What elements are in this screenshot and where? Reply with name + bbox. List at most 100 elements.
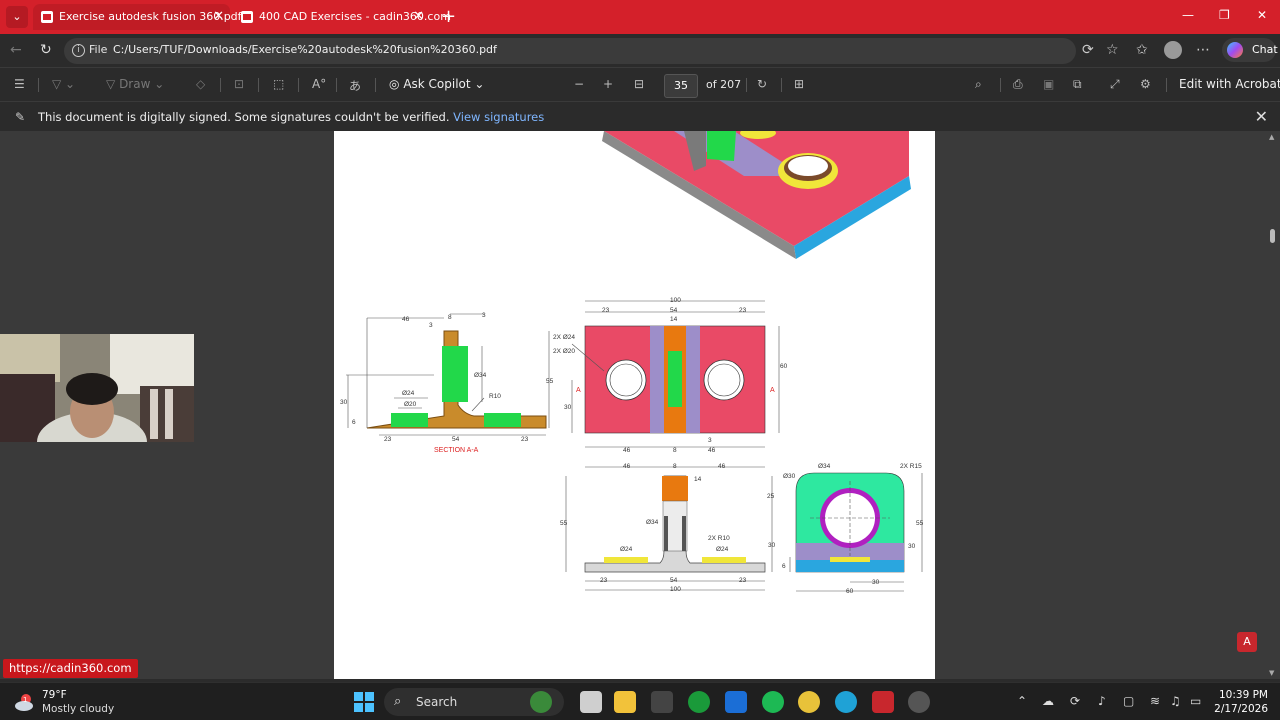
edit-with-acrobat-button[interactable]: Edit with Acrobat xyxy=(1179,77,1280,91)
dim-8: 8 xyxy=(448,314,452,321)
sync-icon[interactable]: ⟳ xyxy=(1070,694,1080,708)
zoom-in-plus-icon[interactable]: + xyxy=(603,77,613,91)
restore-icon[interactable]: ❐ xyxy=(1219,8,1230,22)
tab-cadin360[interactable]: 400 CAD Exercises - cadin360.com ✕ xyxy=(233,4,451,30)
windows-icon[interactable] xyxy=(353,691,375,713)
more-icon[interactable]: ⋯ xyxy=(1196,42,1210,58)
save-as-icon[interactable]: ⧉ xyxy=(1073,77,1082,92)
section-marker-left: A xyxy=(576,387,581,394)
print-icon[interactable]: ⎙ xyxy=(1013,77,1023,92)
translate-icon[interactable]: あ xyxy=(349,77,361,94)
dim-30: 30 xyxy=(340,399,348,406)
copilot-label: Ask Copilot xyxy=(403,77,471,91)
close-icon[interactable]: ✕ xyxy=(213,4,224,30)
highlight-icon[interactable]: ▽ ⌄ xyxy=(52,77,75,91)
collections-icon[interactable]: ✩ xyxy=(1136,42,1148,58)
dim-30e: 30 xyxy=(872,579,880,586)
file-explorer-icon[interactable] xyxy=(614,691,636,713)
settings-app-icon[interactable] xyxy=(651,691,673,713)
microphone-icon[interactable]: ♪ xyxy=(1098,694,1106,708)
pen-icon: ✎ xyxy=(15,110,26,124)
text-icon[interactable]: ⊡ xyxy=(234,77,244,91)
clock[interactable]: 10:39 PM 2/17/2026 xyxy=(1212,688,1268,716)
chevron-up-icon[interactable]: ⌃ xyxy=(1017,694,1027,708)
dim-30d: 30 xyxy=(908,543,916,550)
new-tab-plus-icon[interactable]: + xyxy=(441,6,456,28)
scroll-thumb[interactable] xyxy=(1270,229,1275,243)
search-highlight-icon[interactable] xyxy=(530,691,552,713)
vertical-scrollbar[interactable]: ▲ ▼ xyxy=(1266,131,1280,679)
search-icon[interactable]: ⌕ xyxy=(975,77,982,92)
signature-message: This document is digitally signed. Some … xyxy=(38,110,544,124)
profile-avatar[interactable] xyxy=(1164,41,1182,59)
spotify-icon[interactable] xyxy=(762,691,784,713)
close-icon[interactable]: ✕ xyxy=(1255,107,1268,126)
task-view-icon[interactable] xyxy=(580,691,602,713)
tab-actions-chevron-down-icon[interactable]: ⌄ xyxy=(6,6,28,28)
dim-phi24c: Ø24 xyxy=(716,546,729,553)
volume-icon[interactable]: ♫ xyxy=(1170,694,1181,708)
webcam-image xyxy=(0,334,194,442)
back-icon[interactable]: ← xyxy=(10,42,22,58)
copilot-chat-button[interactable]: Chat xyxy=(1222,38,1278,62)
dim-2x-r15: 2X R15 xyxy=(900,463,922,470)
view-signatures-link[interactable]: View signatures xyxy=(453,110,544,124)
page-view-icon[interactable]: ⊞ xyxy=(794,77,804,91)
settings-icon[interactable]: ⚙ xyxy=(1140,77,1151,91)
top-view: 100 23 54 23 14 2X Ø24 2X Ø20 60 30 46 8… xyxy=(553,297,788,454)
contents-icon[interactable]: ☰ xyxy=(14,77,25,91)
minimize-icon[interactable]: — xyxy=(1182,8,1194,22)
site-icon xyxy=(241,11,253,23)
dim-55c: 55 xyxy=(916,520,924,527)
page-number-input[interactable]: 35 xyxy=(664,74,698,98)
chrome-icon[interactable] xyxy=(798,691,820,713)
fit-icon[interactable]: ⊟ xyxy=(634,77,644,91)
zoom-out-minus-icon[interactable]: − xyxy=(574,77,584,91)
close-icon[interactable]: ✕ xyxy=(413,4,424,30)
dim-14b: 14 xyxy=(694,476,702,483)
scroll-down-icon[interactable]: ▼ xyxy=(1269,669,1274,677)
refresh-icon[interactable]: ↻ xyxy=(40,42,52,58)
section-a-a-view: 46 8 3 3 55 30 Ø24 Ø20 Ø34 R10 6 23 54 2… xyxy=(340,312,554,454)
wifi-icon[interactable]: ≋ xyxy=(1150,694,1160,708)
erase-icon[interactable]: ◇ xyxy=(196,77,205,91)
scroll-up-icon[interactable]: ▲ xyxy=(1269,133,1274,141)
solidworks-icon[interactable] xyxy=(872,691,894,713)
dim-r10: R10 xyxy=(489,393,501,400)
dim-3b: 3 xyxy=(482,312,486,319)
battery-icon[interactable]: ▭ xyxy=(1190,694,1201,708)
draw-label: Draw xyxy=(119,77,151,91)
save-icon[interactable]: ▣ xyxy=(1043,77,1054,91)
adobe-icon[interactable]: A xyxy=(1237,632,1257,652)
tab-pdf[interactable]: Exercise autodesk fusion 360.pdf ✕ xyxy=(33,4,242,30)
favorite-icon[interactable]: ☆ xyxy=(1106,42,1119,58)
rotate-icon[interactable]: ↻ xyxy=(757,77,767,91)
address-bar[interactable]: i File C:/Users/TUF/Downloads/Exercise%2… xyxy=(64,38,1076,64)
dim-6b: 6 xyxy=(782,563,786,570)
window-close-icon[interactable]: ✕ xyxy=(1257,8,1267,22)
ask-copilot-button[interactable]: ◎ Ask Copilot ⌄ xyxy=(389,77,484,91)
dim-23e: 23 xyxy=(600,577,608,584)
edge-icon[interactable] xyxy=(835,691,857,713)
xbox-icon[interactable] xyxy=(688,691,710,713)
info-icon[interactable]: i xyxy=(72,44,85,57)
save-annotation-icon[interactable]: ⬚ xyxy=(273,77,284,91)
fullscreen-icon[interactable]: ⤢ xyxy=(1110,77,1120,92)
draw-button[interactable]: ▽ Draw ⌄ xyxy=(106,77,164,91)
dim-phi34c: Ø34 xyxy=(818,463,831,470)
app-tray-icon[interactable]: ▢ xyxy=(1123,694,1134,708)
cloud-icon: 1 xyxy=(15,694,33,711)
draw-icon: ▽ xyxy=(106,77,116,91)
app-icon[interactable] xyxy=(725,691,747,713)
weather-text: Mostly cloudy xyxy=(42,703,115,715)
read-aloud-icon[interactable]: ⟳ xyxy=(1082,42,1094,58)
app-icon-2[interactable] xyxy=(908,691,930,713)
read-aloud-text-icon[interactable]: A° xyxy=(312,77,326,91)
scheme-label: File xyxy=(89,43,108,56)
dim-54b: 54 xyxy=(670,307,678,314)
dim-2x-phi24: 2X Ø24 xyxy=(553,334,575,341)
dim-23d: 23 xyxy=(739,307,747,314)
onedrive-icon[interactable]: ☁ xyxy=(1042,694,1054,708)
copilot-icon: ◎ xyxy=(389,77,400,91)
url-text[interactable]: C:/Users/TUF/Downloads/Exercise%20autode… xyxy=(113,43,497,56)
